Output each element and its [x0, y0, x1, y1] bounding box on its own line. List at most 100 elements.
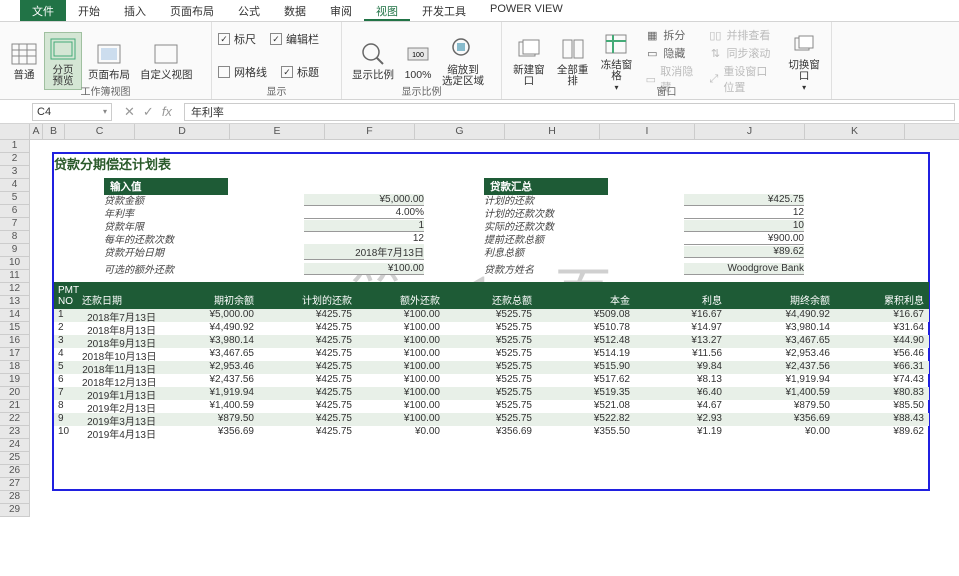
column-headers[interactable]: ABCDEFGHIJK [30, 124, 959, 140]
cell[interactable]: ¥100.00 [356, 309, 444, 322]
cell[interactable]: ¥425.75 [258, 426, 356, 439]
cell[interactable]: 2019年2月13日 [78, 400, 160, 413]
cell[interactable]: ¥3,467.65 [726, 335, 834, 348]
cell[interactable]: 2018年7月13日 [78, 309, 160, 322]
cell[interactable]: ¥31.64 [834, 322, 928, 335]
cell[interactable]: ¥425.75 [258, 374, 356, 387]
cell[interactable]: ¥525.75 [444, 413, 536, 426]
cell[interactable]: ¥2.93 [634, 413, 726, 426]
input-value[interactable]: 1 [304, 220, 424, 232]
tab-file[interactable]: 文件 [20, 0, 66, 21]
cell[interactable]: ¥89.62 [834, 426, 928, 439]
cell[interactable]: ¥356.69 [444, 426, 536, 439]
cell[interactable]: ¥4.67 [634, 400, 726, 413]
tab-3[interactable]: 公式 [226, 0, 272, 21]
tab-6[interactable]: 视图 [364, 0, 410, 21]
cell[interactable]: ¥2,437.56 [726, 361, 834, 374]
cell[interactable]: ¥525.75 [444, 374, 536, 387]
cell[interactable]: ¥74.43 [834, 374, 928, 387]
cell[interactable]: ¥425.75 [258, 387, 356, 400]
cell[interactable]: ¥355.50 [536, 426, 634, 439]
cell[interactable]: ¥100.00 [356, 387, 444, 400]
cell[interactable]: ¥4,490.92 [726, 309, 834, 322]
cell[interactable]: 2018年11月13日 [78, 361, 160, 374]
tab-0[interactable]: 开始 [66, 0, 112, 21]
cell[interactable]: ¥519.35 [536, 387, 634, 400]
cell[interactable]: ¥100.00 [356, 361, 444, 374]
cell[interactable]: 2018年8月13日 [78, 322, 160, 335]
cell[interactable]: ¥510.78 [536, 322, 634, 335]
check-ruler[interactable]: ✓标尺 [218, 30, 256, 48]
tab-7[interactable]: 开发工具 [410, 0, 478, 21]
cell[interactable]: ¥1,400.59 [160, 400, 258, 413]
cell[interactable]: ¥80.83 [834, 387, 928, 400]
cell[interactable]: ¥525.75 [444, 400, 536, 413]
cell[interactable]: 2019年1月13日 [78, 387, 160, 400]
cell[interactable]: ¥509.08 [536, 309, 634, 322]
cell[interactable]: ¥0.00 [356, 426, 444, 439]
cell[interactable]: ¥13.27 [634, 335, 726, 348]
cell[interactable]: ¥356.69 [160, 426, 258, 439]
tab-5[interactable]: 审阅 [318, 0, 364, 21]
cell[interactable]: ¥9.84 [634, 361, 726, 374]
cell[interactable]: 8 [54, 400, 78, 413]
cell[interactable]: ¥521.08 [536, 400, 634, 413]
cell[interactable]: ¥514.19 [536, 348, 634, 361]
cell[interactable]: ¥5,000.00 [160, 309, 258, 322]
input-value[interactable]: 4.00% [304, 207, 424, 219]
cell[interactable]: ¥8.13 [634, 374, 726, 387]
cell[interactable]: ¥1,919.94 [726, 374, 834, 387]
cell[interactable]: 2019年3月13日 [78, 413, 160, 426]
cell[interactable]: ¥525.75 [444, 361, 536, 374]
cell[interactable]: ¥85.50 [834, 400, 928, 413]
split-button[interactable]: ▦拆分 [643, 26, 696, 44]
cell[interactable]: ¥100.00 [356, 335, 444, 348]
cell[interactable]: ¥425.75 [258, 413, 356, 426]
hide-button[interactable]: ▭隐藏 [643, 44, 696, 62]
cell[interactable]: 2019年4月13日 [78, 426, 160, 439]
optional-payment-value[interactable]: ¥100.00 [304, 263, 424, 275]
arrange-button[interactable]: 全部重排 [552, 33, 594, 89]
cell[interactable]: ¥515.90 [536, 361, 634, 374]
cancel-icon[interactable]: ✕ [124, 104, 135, 120]
cell[interactable]: ¥16.67 [634, 309, 726, 322]
tab-4[interactable]: 数据 [272, 0, 318, 21]
cell[interactable]: ¥525.75 [444, 322, 536, 335]
cell[interactable]: ¥879.50 [726, 400, 834, 413]
cell[interactable]: ¥3,467.65 [160, 348, 258, 361]
cell[interactable]: ¥525.75 [444, 309, 536, 322]
cell[interactable]: ¥6.40 [634, 387, 726, 400]
tab-8[interactable]: POWER VIEW [478, 0, 575, 21]
view-normal-button[interactable]: 普通 [6, 38, 42, 83]
formula-input[interactable]: 年利率 [184, 103, 955, 121]
enter-icon[interactable]: ✓ [143, 104, 154, 120]
cell[interactable]: ¥16.67 [834, 309, 928, 322]
cell[interactable]: ¥425.75 [258, 361, 356, 374]
sync-scroll-button[interactable]: ⇅同步滚动 [706, 44, 777, 62]
cell[interactable]: ¥11.56 [634, 348, 726, 361]
cell[interactable]: 7 [54, 387, 78, 400]
cell[interactable]: ¥879.50 [160, 413, 258, 426]
cell[interactable]: ¥4,490.92 [160, 322, 258, 335]
cell[interactable]: ¥0.00 [726, 426, 834, 439]
input-value[interactable]: ¥5,000.00 [304, 194, 424, 206]
side-by-side-button[interactable]: ▯▯并排查看 [706, 26, 777, 44]
new-window-button[interactable]: 新建窗口 [508, 33, 550, 89]
cell[interactable]: ¥88.43 [834, 413, 928, 426]
cell[interactable]: ¥425.75 [258, 400, 356, 413]
cell[interactable]: ¥512.48 [536, 335, 634, 348]
zoom-button[interactable]: 显示比例 [348, 38, 398, 83]
cell[interactable]: 2018年10月13日 [78, 348, 160, 361]
cell[interactable]: ¥1,400.59 [726, 387, 834, 400]
cell[interactable]: ¥100.00 [356, 413, 444, 426]
cell[interactable]: ¥525.75 [444, 387, 536, 400]
cell[interactable]: ¥525.75 [444, 335, 536, 348]
cell[interactable]: ¥522.82 [536, 413, 634, 426]
cell[interactable]: ¥100.00 [356, 374, 444, 387]
cell[interactable]: ¥2,953.46 [726, 348, 834, 361]
cell[interactable]: ¥3,980.14 [160, 335, 258, 348]
lender-value[interactable]: Woodgrove Bank [684, 263, 804, 275]
check-headings[interactable]: ✓标题 [281, 63, 319, 81]
row-headers[interactable]: 1234567891011121314151617181920212223242… [0, 140, 30, 517]
cell[interactable]: ¥525.75 [444, 348, 536, 361]
